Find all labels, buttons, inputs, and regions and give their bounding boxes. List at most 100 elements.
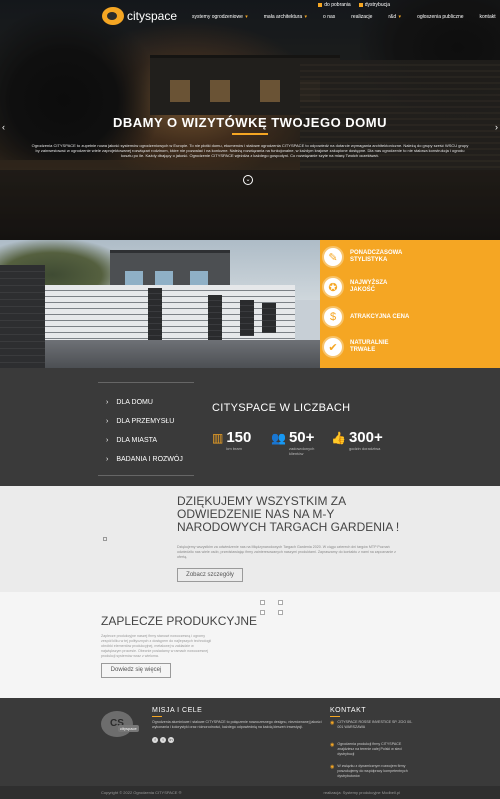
downloads-link[interactable]: do pobrania bbox=[318, 2, 351, 8]
location-pin-icon: ◉ bbox=[330, 742, 335, 748]
hero-title: DBAMY O WIZYTÓWKĘ TWOJEGO DOMU bbox=[112, 115, 388, 130]
contact-text: W związku z dynamicznym rozwojem firmy p… bbox=[337, 764, 408, 778]
news-text: Dziękujemy wszystkim za odwiedzenie nas … bbox=[177, 545, 396, 559]
menu-item-label: kontakt bbox=[479, 14, 496, 20]
chevron-right-icon: › bbox=[106, 456, 109, 463]
menu-item[interactable]: systemy ogrodzeniowe ▾ bbox=[184, 14, 256, 20]
stat-label: zadowolonych klientów bbox=[288, 446, 315, 456]
menu-item[interactable]: ogłoszenia publiczne bbox=[409, 14, 471, 20]
contact-text: CITYSPACE ROSSE INVESTICE SP. ZOO 00-001… bbox=[337, 720, 413, 729]
chevron-right-icon: › bbox=[106, 418, 109, 425]
footer-logo: CS bbox=[101, 711, 133, 737]
users-icon: 👥 bbox=[271, 431, 286, 445]
distribution-link[interactable]: dystrybucja bbox=[358, 2, 390, 8]
news-image bbox=[103, 537, 107, 541]
site-logo[interactable]: cityspace bbox=[102, 6, 177, 26]
stat-content: 300+ godzin doradztwa bbox=[349, 430, 383, 451]
thumbs-up-icon: 👍 bbox=[331, 431, 346, 445]
contact-item: ◉ W związku z dynamicznym rozwojem firmy … bbox=[330, 764, 417, 779]
stat-value: 150 bbox=[226, 429, 252, 446]
social-links: f t in bbox=[152, 737, 174, 743]
twitter-icon[interactable]: t bbox=[160, 737, 166, 743]
feature-label: NAJWYŻSZA JAKOŚĆ bbox=[350, 280, 388, 293]
mission-title: MISJA I CELE bbox=[152, 707, 203, 714]
credits-link[interactable]: realizacja: Systemy produkcyjne Modbell.… bbox=[324, 790, 400, 795]
contact-text: Ogrodzenia produkcji firmy CITYSPACE zna… bbox=[337, 742, 402, 756]
chevron-down-icon: ▾ bbox=[397, 14, 402, 20]
fence-icon: ▥ bbox=[212, 431, 224, 445]
hero-title-underline bbox=[232, 133, 268, 135]
stat-label: godzin doradztwa bbox=[348, 446, 381, 451]
category-menu-label: DLA DOMU bbox=[116, 399, 153, 406]
category-menu-label: DLA PRZEMYSŁU bbox=[116, 418, 175, 425]
feature-item: ✪ NAJWYŻSZA JAKOŚĆ bbox=[322, 276, 410, 298]
menu-item[interactable]: r&d ▾ bbox=[380, 14, 409, 20]
category-menu-item[interactable]: › DLA PRZEMYSŁU bbox=[98, 412, 194, 431]
menu-item-label: realizacje bbox=[351, 14, 373, 20]
chevron-down-icon: ▾ bbox=[243, 14, 248, 20]
contact-item: ◉ Ogrodzenia produkcji firmy CITYSPACE zn… bbox=[330, 742, 417, 757]
copyright-bar: Copyright © 2022 Ogrodzenia CITYSPACE ® … bbox=[0, 786, 500, 799]
gallery-thumb[interactable] bbox=[278, 610, 283, 615]
footer-logo-sub: cityspace bbox=[118, 725, 139, 732]
category-menu: › DLA DOMU › DLA PRZEMYSŁU › DLA MIASTA › BADAN… bbox=[98, 382, 194, 476]
logo-mark-icon bbox=[102, 7, 124, 25]
category-menu-label: DLA MIASTA bbox=[116, 437, 158, 444]
feature-label: PONADCZASOWA STYLISTYKA bbox=[350, 250, 403, 263]
location-pin-icon: ◉ bbox=[330, 764, 335, 770]
scroll-down-icon[interactable]: ⌄ bbox=[243, 175, 253, 185]
menu-item-label: ogłoszenia publiczne bbox=[417, 14, 464, 20]
stat-content: 50+ zadowolonych klientów bbox=[289, 430, 323, 456]
menu-item-label: r&d bbox=[388, 14, 397, 20]
stat-value: 50+ bbox=[288, 429, 315, 446]
stats-section: › DLA DOMU › DLA PRZEMYSŁU › DLA MIASTA › BADAN… bbox=[0, 368, 500, 486]
stat-item: 👥 50+ zadowolonych klientów bbox=[271, 430, 323, 456]
mission-text: Ogrodzenia aluminiowe i stalowe CITYSPAC… bbox=[152, 720, 322, 729]
chevron-down-icon: ▾ bbox=[303, 14, 308, 20]
news-details-button[interactable]: Zobacz szczegóły bbox=[177, 568, 243, 582]
production-section: ZAPLECZE PRODUKCYJNE Zaplecze produkcyjn… bbox=[0, 592, 500, 698]
stat-item: ▥ 150 km bram bbox=[212, 430, 260, 451]
gallery-thumb[interactable] bbox=[260, 600, 265, 605]
linkedin-icon[interactable]: in bbox=[168, 737, 174, 743]
menu-item[interactable]: mała architektura ▾ bbox=[256, 14, 315, 20]
stat-label: km bram bbox=[226, 446, 242, 451]
menu-item[interactable]: o nas bbox=[315, 14, 343, 20]
facebook-icon[interactable]: f bbox=[152, 737, 158, 743]
menu-item-label: o nas bbox=[323, 14, 336, 20]
location-pin-icon: ◉ bbox=[330, 720, 335, 726]
gallery-thumb[interactable] bbox=[260, 610, 265, 615]
copyright-text: Copyright © 2022 Ogrodzenia CITYSPACE ® bbox=[101, 790, 182, 795]
features-section: ✎ PONADCZASOWA STYLISTYKA ✪ NAJWYŻSZA JAKOŚ… bbox=[0, 240, 500, 368]
gallery-thumb[interactable] bbox=[278, 600, 283, 605]
footer: CS cityspace MISJA I CELE Ogrodzenia alu… bbox=[0, 698, 500, 799]
feature-label: NATURALNIE TRWAŁE bbox=[350, 340, 389, 353]
menu-item-label: systemy ogrodzeniowe bbox=[192, 14, 243, 20]
feature-label: ATRAKCYJNA CENA bbox=[350, 313, 410, 320]
main-menu: systemy ogrodzeniowe ▾ mała architektura … bbox=[184, 14, 500, 20]
stat-item: 👍 300+ godzin doradztwa bbox=[331, 430, 383, 451]
top-links: do pobrania dystrybucja bbox=[318, 2, 390, 8]
download-icon bbox=[318, 2, 323, 7]
pen-icon: ✎ bbox=[322, 246, 344, 268]
chevron-right-icon: › bbox=[106, 437, 109, 444]
contact-title: KONTAKT bbox=[330, 707, 367, 714]
hero-text: Ogrodzenia CITYSPACE to zupełnie nowa ja… bbox=[31, 143, 469, 158]
menu-item-label: mała architektura bbox=[263, 14, 303, 20]
feature-item: ✎ PONADCZASOWA STYLISTYKA bbox=[322, 246, 410, 268]
feature-item: $ ATRAKCYJNA CENA bbox=[322, 306, 410, 328]
news-title: DZIĘKUJEMY WSZYSTKIM ZA ODWIEDZENIE NAS … bbox=[177, 494, 400, 534]
distribution-icon bbox=[358, 2, 363, 7]
feature-item: ✔ NATURALNIE TRWAŁE bbox=[322, 336, 410, 358]
menu-item[interactable]: realizacje bbox=[343, 14, 380, 20]
category-menu-item[interactable]: › DLA DOMU bbox=[98, 393, 194, 412]
tag-icon: $ bbox=[322, 306, 344, 328]
production-more-button[interactable]: Dowiedz się więcej bbox=[101, 663, 171, 678]
category-menu-label: BADANIA I ROZWÓJ bbox=[116, 456, 183, 463]
menu-item[interactable]: kontakt bbox=[472, 14, 500, 20]
category-menu-item[interactable]: › DLA MIASTA bbox=[98, 431, 194, 450]
news-section: DZIĘKUJEMY WSZYSTKIM ZA ODWIEDZENIE NAS … bbox=[0, 486, 500, 592]
medal-icon: ✪ bbox=[322, 276, 344, 298]
category-menu-item[interactable]: › BADANIA I ROZWÓJ bbox=[98, 450, 194, 469]
features-wall-image bbox=[0, 265, 45, 368]
